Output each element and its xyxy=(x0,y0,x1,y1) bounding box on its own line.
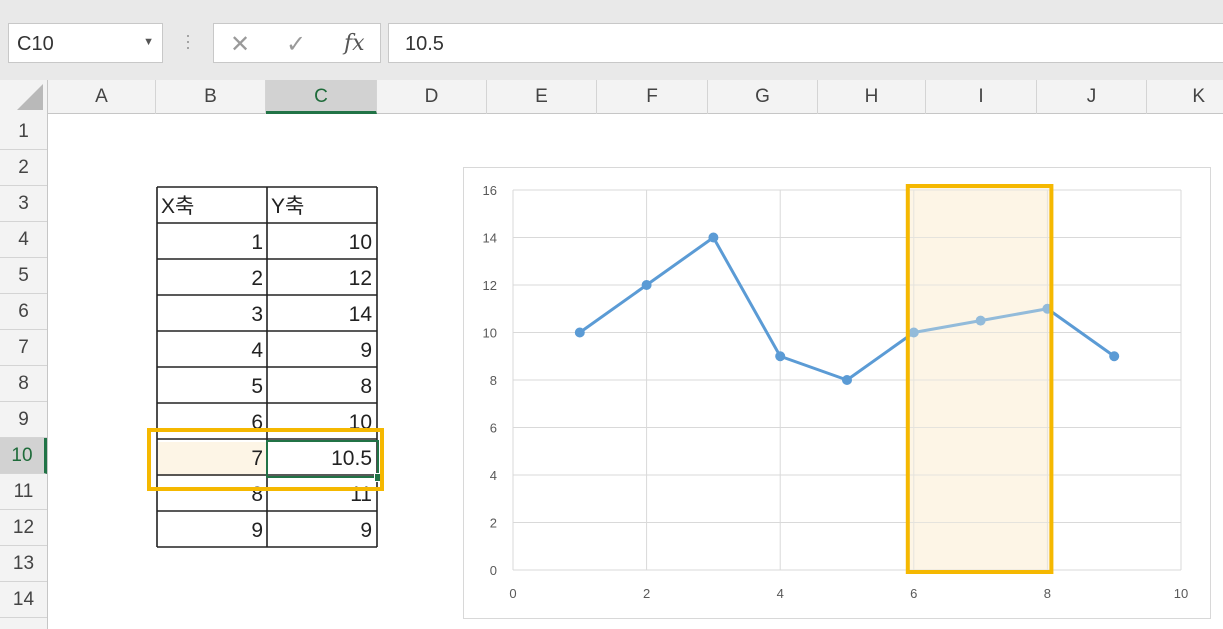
y-tick-label: 6 xyxy=(490,421,497,436)
highlight-region-border xyxy=(905,184,1054,574)
x-tick-label: 4 xyxy=(777,586,784,601)
table-cell-y[interactable]: 14 xyxy=(349,303,373,326)
table-header-cell[interactable]: Y축 xyxy=(271,195,304,218)
table-header-cell[interactable]: X축 xyxy=(161,195,194,218)
table-cell-y[interactable]: 8 xyxy=(360,375,372,398)
table-cell-y[interactable]: 12 xyxy=(349,267,372,290)
table-cell-x[interactable]: 5 xyxy=(251,375,263,398)
data-point[interactable] xyxy=(775,351,786,362)
data-point[interactable] xyxy=(842,375,852,385)
x-tick-label: 0 xyxy=(509,586,516,601)
y-tick-label: 12 xyxy=(483,278,497,293)
y-tick-label: 16 xyxy=(483,183,497,198)
table-cell-y[interactable]: 10 xyxy=(349,231,372,254)
y-tick-label: 2 xyxy=(490,516,497,531)
x-tick-label: 8 xyxy=(1044,586,1051,601)
y-tick-label: 4 xyxy=(490,468,497,483)
y-tick-label: 10 xyxy=(483,326,497,341)
table-cell-x[interactable]: 4 xyxy=(251,339,263,362)
y-tick-label: 0 xyxy=(490,563,497,578)
chart-plot: 0 2 4 6 8 10 12 14 16 0 2 4 6 8 10 xyxy=(483,183,1189,601)
data-point[interactable] xyxy=(708,232,719,243)
data-point[interactable] xyxy=(641,280,652,290)
x-tick-label: 10 xyxy=(1174,586,1188,601)
data-point[interactable] xyxy=(574,327,585,338)
table-cell-x[interactable]: 2 xyxy=(251,267,263,290)
x-tick-label: 6 xyxy=(910,586,917,601)
table-cell-y[interactable]: 9 xyxy=(360,339,372,362)
data-point[interactable] xyxy=(1109,351,1120,362)
highlight-row-box xyxy=(147,428,384,491)
y-tick-label: 14 xyxy=(483,231,497,246)
x-tick-label: 2 xyxy=(643,586,650,601)
line-chart[interactable]: 0 2 4 6 8 10 12 14 16 0 2 4 6 8 10 xyxy=(463,167,1211,619)
table-cell-x[interactable]: 1 xyxy=(251,231,263,254)
table-cell-x[interactable]: 3 xyxy=(251,303,263,326)
table-cell-x[interactable]: 9 xyxy=(251,519,263,542)
y-tick-label: 8 xyxy=(490,373,497,388)
table-cell-y[interactable]: 9 xyxy=(360,519,372,542)
